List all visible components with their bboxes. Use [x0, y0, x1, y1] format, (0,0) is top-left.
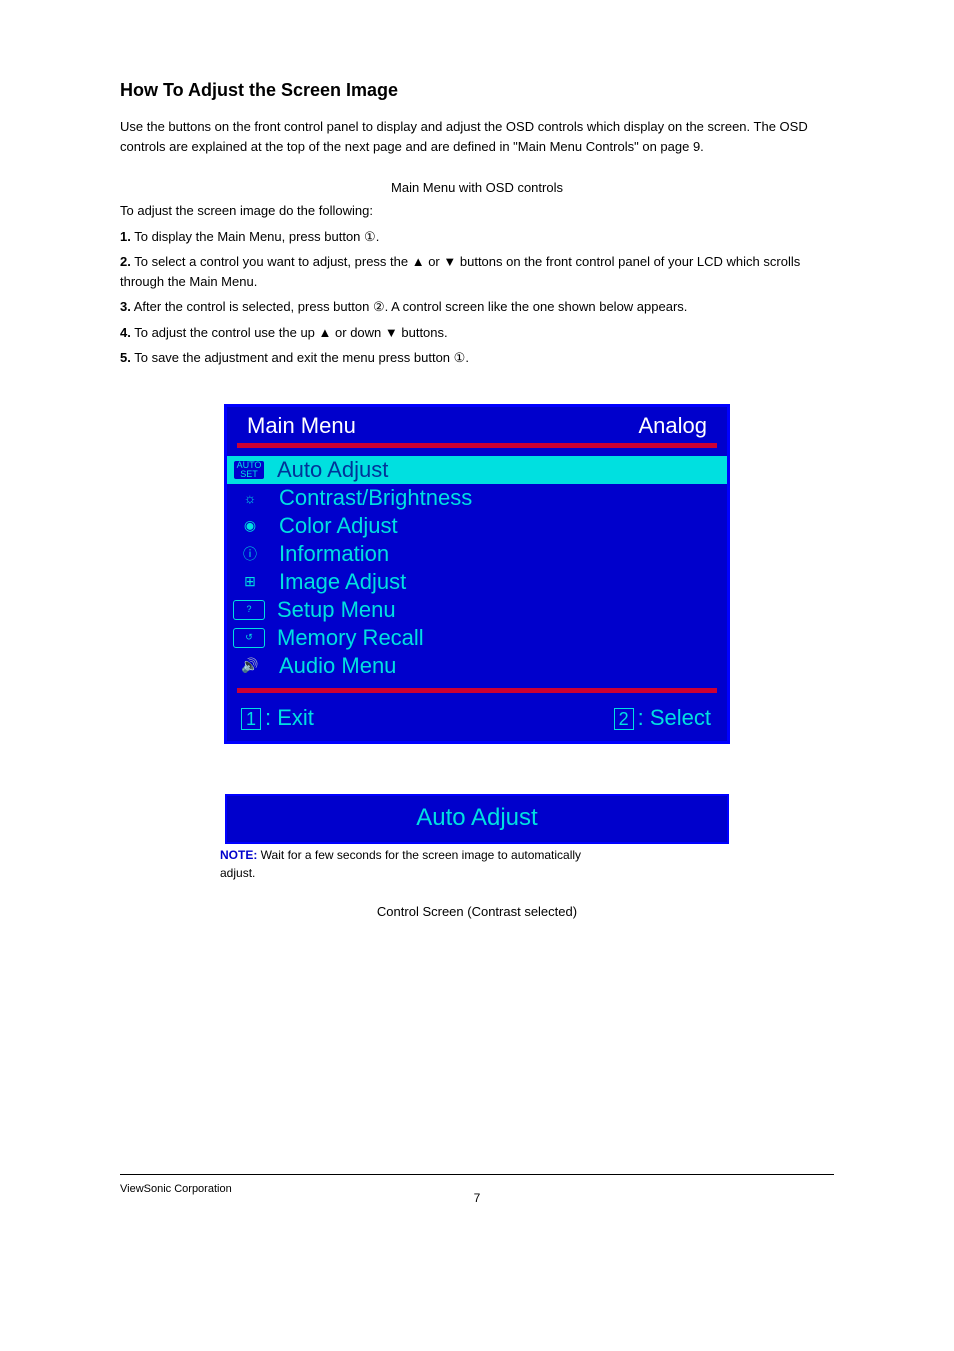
- osd-auto-adjust-bar: Auto Adjust: [225, 794, 729, 844]
- step1-pre: To display the Main Menu, press button: [134, 229, 364, 244]
- step1-num: 1.: [120, 229, 131, 244]
- step5-pre: To save the adjustment and exit the menu…: [134, 350, 453, 365]
- osd-exit-hint: 1: Exit: [241, 705, 314, 731]
- step2-num: 2.: [120, 254, 131, 269]
- osd-item-icon: ☼: [233, 487, 267, 509]
- step3-num: 3.: [120, 299, 131, 314]
- page-number: 7: [474, 1191, 481, 1205]
- osd-item-label: Contrast/Brightness: [279, 485, 472, 511]
- osd-item-icon: ↺: [233, 628, 265, 648]
- osd-mode: Analog: [638, 413, 707, 439]
- steps-title: To adjust the screen image do the follow…: [120, 201, 834, 221]
- step-2: 2. To select a control you want to adjus…: [120, 252, 834, 291]
- note-line-1: NOTE: Wait for a few seconds for the scr…: [220, 848, 834, 862]
- intro-text: Use the buttons on the front control pan…: [120, 117, 834, 156]
- step-3: 3. After the control is selected, press …: [120, 297, 834, 317]
- step4-mid: or down: [331, 325, 384, 340]
- triangle-up-icon: ▲: [319, 323, 332, 343]
- osd-item-icon: ?: [233, 600, 265, 620]
- osd-item-label: Auto Adjust: [277, 457, 388, 483]
- osd-divider: [237, 443, 717, 448]
- step5-post: .: [465, 350, 469, 365]
- step3-pre: After the control is selected, press but…: [134, 299, 373, 314]
- osd-item-icon: ⓘ: [233, 543, 267, 565]
- osd-item-icon: 🔊: [233, 655, 267, 677]
- note-text-1: Wait for a few seconds for the screen im…: [257, 848, 581, 862]
- osd-exit-label: : Exit: [265, 705, 314, 730]
- osd-select-label: : Select: [638, 705, 711, 730]
- note-label: NOTE:: [220, 848, 257, 862]
- note-line-2: adjust.: [220, 866, 834, 880]
- osd-menu-item[interactable]: ? Setup Menu: [227, 596, 727, 624]
- osd-item-list: AUTO SETAuto Adjust☼Contrast/Brightness◉…: [227, 456, 727, 686]
- osd-select-hint: 2: Select: [614, 705, 711, 731]
- caption-main-menu: Main Menu with OSD controls: [120, 180, 834, 195]
- page-heading: How To Adjust the Screen Image: [120, 80, 834, 101]
- osd-item-icon: ⊞: [233, 571, 267, 593]
- osd-header: Main Menu Analog: [227, 407, 727, 441]
- caption-control-screen: Control Screen (Contrast selected): [120, 904, 834, 919]
- triangle-down-icon: ▼: [443, 252, 456, 272]
- circled-two-icon: ②: [373, 297, 385, 317]
- osd-title: Main Menu: [247, 413, 356, 439]
- step4-post: buttons.: [398, 325, 448, 340]
- osd-item-icon: AUTO SET: [233, 460, 265, 480]
- circled-one-icon: ①: [454, 348, 466, 368]
- step1-post: .: [376, 229, 380, 244]
- osd-menu-item[interactable]: 🔊 Audio Menu: [227, 652, 727, 680]
- step2-mid1: or: [425, 254, 444, 269]
- footer-text: ViewSonic Corporation: [120, 1183, 232, 1195]
- step4-pre: To adjust the control use the up: [134, 325, 318, 340]
- step-1: 1. To display the Main Menu, press butto…: [120, 227, 834, 247]
- boxed-one-icon: 1: [241, 708, 261, 730]
- osd-item-label: Color Adjust: [279, 513, 398, 539]
- osd-main-menu: Main Menu Analog AUTO SET Auto Adjust ☼ Con…: [224, 404, 730, 744]
- step3-post: . A control screen like the one shown be…: [385, 299, 688, 314]
- osd-item-label: Audio Menu: [279, 653, 396, 679]
- osd-item-label: Information: [279, 541, 389, 567]
- osd-menu-item[interactable]: ↺ Memory Recall: [227, 624, 727, 652]
- osd-divider: [237, 688, 717, 693]
- osd-item-label: Image Adjust: [279, 569, 406, 595]
- step2-pre: To select a control you want to adjust, …: [134, 254, 411, 269]
- osd-item-icon: ◉: [233, 515, 267, 537]
- step-5: 5. To save the adjustment and exit the m…: [120, 348, 834, 368]
- step4-num: 4.: [120, 325, 131, 340]
- circled-one-icon: ①: [364, 227, 376, 247]
- osd-footer: 1: Exit 2: Select: [227, 701, 727, 741]
- osd-item-label: Setup Menu: [277, 597, 396, 623]
- osd-item-label: Memory Recall: [277, 625, 424, 651]
- footer-divider: [120, 1174, 834, 1175]
- triangle-down-icon: ▼: [385, 323, 398, 343]
- osd-menu-item[interactable]: ◉ Color Adjust: [227, 512, 727, 540]
- osd-menu-item[interactable]: ☼ Contrast/Brightness: [227, 484, 727, 512]
- boxed-two-icon: 2: [614, 708, 634, 730]
- osd-menu-item[interactable]: ⓘ Information: [227, 540, 727, 568]
- osd-menu-item[interactable]: ⊞ Image Adjust: [227, 568, 727, 596]
- osd-menu-item[interactable]: AUTO SET Auto Adjust: [227, 456, 727, 484]
- step-4: 4. To adjust the control use the up ▲ or…: [120, 323, 834, 343]
- triangle-up-icon: ▲: [412, 252, 425, 272]
- step5-num: 5.: [120, 350, 131, 365]
